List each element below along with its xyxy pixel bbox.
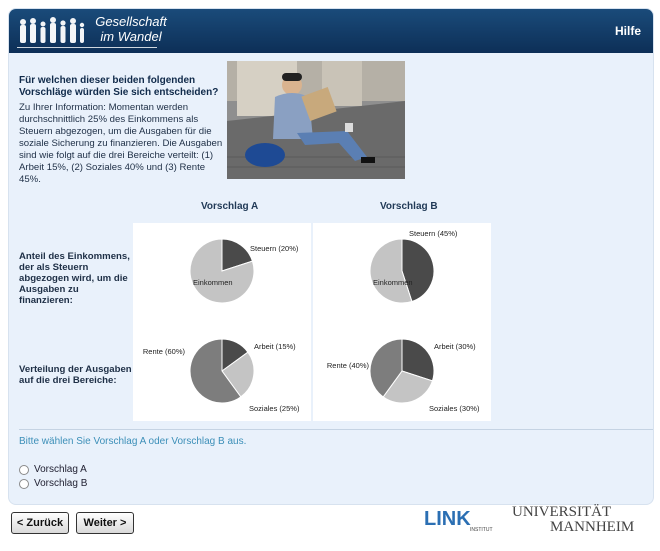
next-button[interactable]: Weiter > bbox=[76, 512, 134, 534]
spending-rente-label: Rente (40%) bbox=[327, 361, 370, 370]
option-b-row[interactable]: Vorschlag B bbox=[19, 478, 87, 489]
logo-underline bbox=[17, 47, 157, 48]
income-tax-label: Steuern (20%) bbox=[250, 244, 299, 253]
option-a-radio[interactable] bbox=[19, 464, 29, 475]
survey-frame: Gesellschaft im Wandel Hilfe Für welchen… bbox=[8, 8, 654, 505]
back-button[interactable]: < Zurück bbox=[11, 512, 69, 534]
spending-soziales-label: Soziales (30%) bbox=[429, 404, 480, 413]
option-b-radio[interactable] bbox=[19, 478, 29, 489]
divider bbox=[19, 429, 653, 430]
logo-text: Gesellschaft im Wandel bbox=[91, 14, 171, 44]
help-link[interactable]: Hilfe bbox=[615, 24, 641, 38]
proposal-b-panel: Steuern (45%) Einkommen Arbeit (30%) Sozial… bbox=[313, 223, 491, 421]
proposal-a-title: Vorschlag A bbox=[201, 201, 259, 212]
income-tax-label: Steuern (45%) bbox=[409, 229, 458, 238]
spending-arbeit-label: Arbeit (30%) bbox=[434, 342, 476, 351]
link-institut-sub: INSTITUT bbox=[470, 527, 493, 533]
row-label-income: Anteil des Einkommens, der als Steuern a… bbox=[19, 251, 130, 306]
spending-arbeit-label: Arbeit (15%) bbox=[254, 342, 296, 351]
header-bar: Gesellschaft im Wandel Hilfe bbox=[9, 9, 653, 53]
selection-prompt: Bitte wählen Sie Vorschlag A oder Vorsch… bbox=[19, 436, 247, 447]
university-mannheim-logo: UNIVERSITÄT MANNHEIM bbox=[512, 505, 634, 535]
logo-line2: im Wandel bbox=[100, 29, 162, 44]
spending-soziales-label: Soziales (25%) bbox=[249, 404, 300, 413]
link-institut-logo: LINK bbox=[424, 508, 471, 530]
option-a-row[interactable]: Vorschlag A bbox=[19, 464, 87, 475]
row-label-spending: Verteilung der Ausgaben auf die drei Ber… bbox=[19, 364, 132, 386]
info-text: Zu Ihrer Information: Momentan werden du… bbox=[19, 102, 223, 185]
income-rest-label: Einkommen bbox=[373, 278, 413, 287]
option-a-label[interactable]: Vorschlag A bbox=[34, 464, 87, 475]
logo-line1: Gesellschaft bbox=[95, 14, 167, 29]
uni-line2: MANNHEIM bbox=[550, 519, 635, 535]
people-silhouette-icon bbox=[20, 17, 85, 43]
question-text: Für welchen dieser beiden folgenden Vors… bbox=[19, 75, 219, 98]
photo-illustration bbox=[227, 61, 405, 179]
spending-rente-label: Rente (60%) bbox=[143, 347, 186, 356]
photo-homeless-man bbox=[227, 61, 405, 179]
proposal-a-charts: Steuern (20%) Einkommen Arbeit (15%) Sozial… bbox=[143, 238, 300, 413]
proposal-a-panel: Steuern (20%) Einkommen Arbeit (15%) Sozial… bbox=[133, 223, 311, 421]
income-rest-label: Einkommen bbox=[193, 278, 233, 287]
proposal-b-charts: Steuern (45%) Einkommen Arbeit (30%) Sozial… bbox=[327, 229, 480, 413]
option-b-label[interactable]: Vorschlag B bbox=[34, 478, 87, 489]
uni-line1: UNIVERSITÄT bbox=[512, 504, 612, 520]
proposal-b-title: Vorschlag B bbox=[380, 201, 438, 212]
